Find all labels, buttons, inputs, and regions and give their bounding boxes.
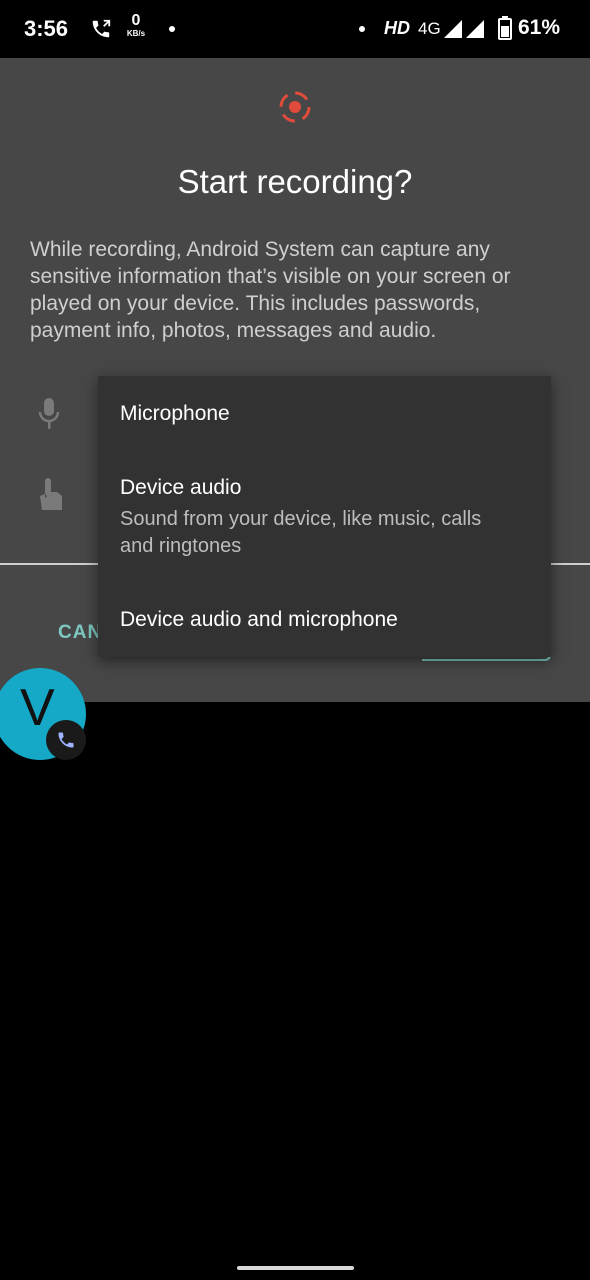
notification-dot xyxy=(169,26,175,32)
audio-source-menu: Microphone Device audio Sound from your … xyxy=(98,376,551,657)
navigation-handle[interactable] xyxy=(237,1266,354,1270)
hd-voice-indicator: HD xyxy=(384,18,410,38)
phone-call-icon xyxy=(92,19,111,38)
menu-item-microphone[interactable]: Microphone xyxy=(120,402,230,426)
battery-percent: 61% xyxy=(518,16,561,39)
menu-item-label: Device audio and microphone xyxy=(120,608,398,631)
screen-record-icon xyxy=(279,91,311,123)
microphone-icon xyxy=(38,398,60,429)
network-speed: 0 KB/s xyxy=(126,12,146,39)
dialog-title: Start recording? xyxy=(177,163,413,200)
menu-item-device-audio[interactable]: Device audio Sound from your device, lik… xyxy=(120,476,520,560)
status-time: 3:56 xyxy=(24,16,69,41)
menu-item-label: Device audio xyxy=(120,476,242,499)
call-badge xyxy=(46,720,86,760)
cancel-button[interactable]: CAN xyxy=(58,622,102,644)
menu-item-subtitle: Sound from your device, like music, call… xyxy=(120,508,482,557)
battery-icon xyxy=(498,16,512,40)
status-bar: 3:56 0 KB/s HD 4G 61% xyxy=(0,0,590,58)
status-dot xyxy=(359,26,365,32)
network-type: 4G xyxy=(418,19,441,38)
touch-icon xyxy=(40,478,62,510)
menu-item-label: Microphone xyxy=(120,402,230,425)
phone-icon xyxy=(58,732,74,748)
dialog-description: While recording, Android System can capt… xyxy=(30,238,511,342)
menu-item-device-audio-and-microphone[interactable]: Device audio and microphone xyxy=(120,608,398,632)
signal-icon xyxy=(444,20,484,38)
